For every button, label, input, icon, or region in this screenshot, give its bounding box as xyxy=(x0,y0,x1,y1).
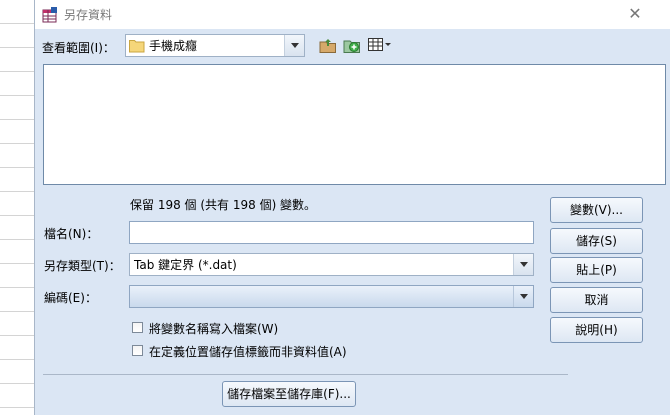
save-data-dialog: 另存資料 ✕ 查看範圍(I)： 手機成癮 保留 198 個 (共有 198 個)… xyxy=(34,0,670,415)
separator-line xyxy=(43,374,568,375)
lookin-folder-name: 手機成癮 xyxy=(149,39,198,53)
savetype-label: 另存類型(T)： xyxy=(44,259,121,273)
view-menu-icon[interactable] xyxy=(368,38,392,52)
paste-button[interactable]: 貼上(P) xyxy=(550,257,643,283)
file-list[interactable] xyxy=(43,64,666,185)
savetype-dropdown-arrow[interactable] xyxy=(513,254,533,275)
new-folder-icon[interactable] xyxy=(343,36,361,54)
up-folder-icon[interactable] xyxy=(319,37,337,54)
cancel-button[interactable]: 取消 xyxy=(550,287,643,313)
spss-data-icon xyxy=(42,7,57,23)
window-title: 另存資料 xyxy=(64,8,113,22)
write-varnames-label[interactable]: 將變數名稱寫入檔案(W) xyxy=(149,320,278,337)
encoding-label: 編碼(E)： xyxy=(44,291,97,305)
save-button[interactable]: 儲存(S) xyxy=(550,228,643,254)
save-to-repository-button[interactable]: 儲存檔案至儲存庫(F)... xyxy=(222,381,356,407)
close-icon[interactable]: ✕ xyxy=(623,2,647,26)
encoding-dropdown-arrow[interactable] xyxy=(513,286,533,307)
help-button[interactable]: 說明(H) xyxy=(550,317,643,343)
title-bar[interactable]: 另存資料 ✕ xyxy=(35,0,670,29)
lookin-combo[interactable]: 手機成癮 xyxy=(125,34,305,57)
variables-button[interactable]: 變數(V)... xyxy=(550,197,643,223)
write-varnames-checkbox[interactable] xyxy=(132,322,143,333)
filename-input[interactable] xyxy=(129,221,534,244)
lookin-dropdown-arrow[interactable] xyxy=(284,35,304,56)
encoding-combo[interactable] xyxy=(129,285,534,308)
savetype-combo[interactable]: Tab 鍵定界 (*.dat) xyxy=(129,253,534,276)
save-value-labels-label[interactable]: 在定義位置儲存值標籤而非資料值(A) xyxy=(149,343,347,360)
retained-variables-text: 保留 198 個 (共有 198 個) 變數。 xyxy=(130,198,317,212)
savetype-value: Tab 鍵定界 (*.dat) xyxy=(134,258,237,272)
folder-icon xyxy=(129,40,145,53)
filename-label: 檔名(N)： xyxy=(44,227,99,241)
save-value-labels-checkbox[interactable] xyxy=(132,345,143,356)
lookin-label: 查看範圍(I)： xyxy=(42,41,115,55)
